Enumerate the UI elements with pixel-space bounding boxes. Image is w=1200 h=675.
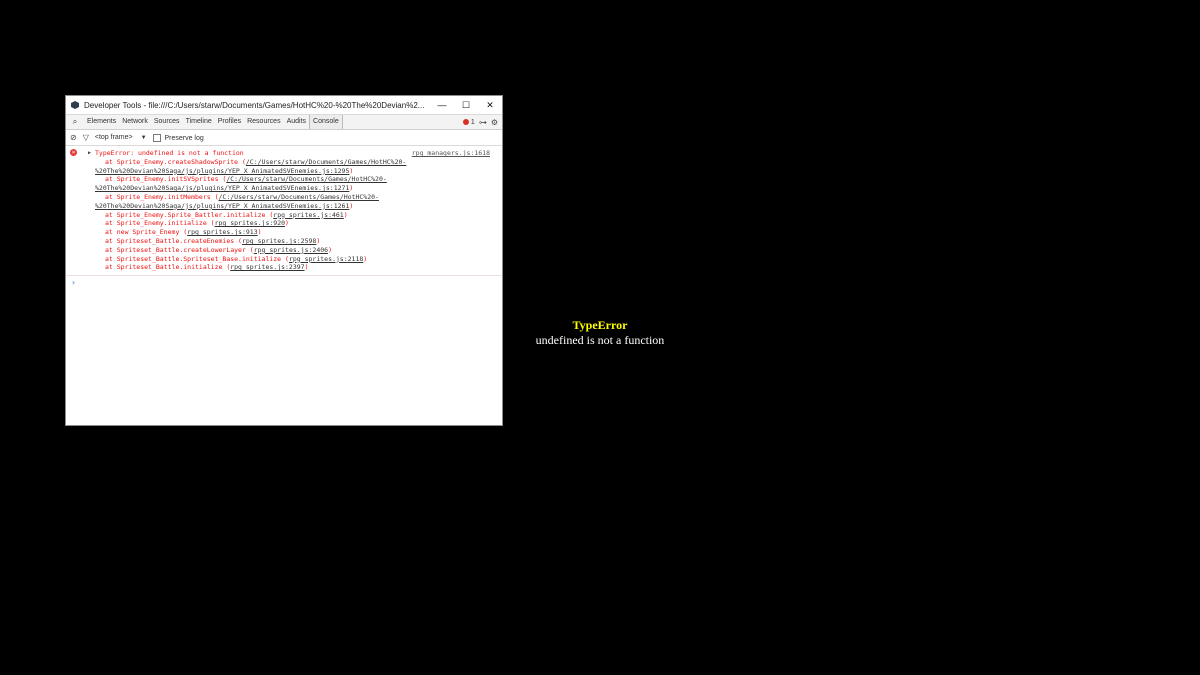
stack-frame-close: ) xyxy=(349,201,354,210)
app-icon xyxy=(71,101,79,109)
stack-source-link[interactable]: /C:/Users/starw/Documents/Games/HotHC%20… xyxy=(219,193,379,201)
minimize-button[interactable]: — xyxy=(430,100,454,110)
close-button[interactable]: ✕ xyxy=(478,100,502,111)
stack-frame-text: at Sprite_Enemy.Sprite_Battler.initializ… xyxy=(105,210,274,219)
error-badge-icon xyxy=(462,118,469,125)
game-error-title: TypeError xyxy=(572,318,628,332)
stack-frame-text: at Sprite_Enemy.initMembers ( xyxy=(105,192,219,201)
devtools-tabbar: ⌕ Elements Network Sources Timeline Prof… xyxy=(66,114,502,130)
stack-trace: at Sprite_Enemy.createShadowSprite (/C:/… xyxy=(95,158,490,272)
stack-frame-text: at Spriteset_Battle.createLowerLayer ( xyxy=(105,245,254,254)
frame-selector[interactable]: <top frame> ▼ xyxy=(95,134,147,141)
tab-elements[interactable]: Elements xyxy=(84,115,119,129)
console-error-entry: × ▶ TypeError: undefined is not a functi… xyxy=(66,146,502,277)
maximize-button[interactable]: ☐ xyxy=(454,100,478,111)
console-toolbar: ⊘ ▽ <top frame> ▼ Preserve log xyxy=(66,130,502,146)
stack-trace-line: %20The%20Devian%20Saga/js/plugins/YEP_X_… xyxy=(95,184,490,193)
stack-source-link[interactable]: rpg_sprites.js:2406 xyxy=(254,246,328,254)
stack-trace-line: at Sprite_Enemy.initialize (rpg_sprites.… xyxy=(95,219,490,228)
stack-frame-text: at Spriteset_Battle.initialize ( xyxy=(105,263,231,272)
tab-network[interactable]: Network xyxy=(119,115,151,129)
console-output: × ▶ TypeError: undefined is not a functi… xyxy=(66,146,502,289)
filter-icon[interactable]: ▽ xyxy=(83,133,89,142)
stack-source-link[interactable]: rpg_sprites.js:2598 xyxy=(242,237,316,245)
error-counter[interactable]: 1 xyxy=(462,118,475,126)
drawer-icon[interactable]: ⊶ xyxy=(479,118,487,127)
stack-frame-close: ) xyxy=(349,184,354,193)
stack-frame-text: at Sprite_Enemy.createShadowSprite ( xyxy=(105,157,246,166)
error-message: TypeError: undefined is not a function xyxy=(95,149,244,157)
clear-icon[interactable]: ⊘ xyxy=(70,133,77,142)
window-title: Developer Tools - file:///C:/Users/starw… xyxy=(84,100,425,110)
chevron-down-icon: ▼ xyxy=(140,135,147,141)
tab-console[interactable]: Console xyxy=(309,115,343,129)
frame-label: <top frame> xyxy=(94,134,133,141)
game-error-message: undefined is not a function xyxy=(535,333,665,347)
stack-frame-close: ) xyxy=(328,245,332,254)
stack-trace-line: at Spriteset_Battle.Spriteset_Base.initi… xyxy=(95,255,490,264)
stack-source-link[interactable]: rpg_sprites.js:920 xyxy=(215,219,285,227)
preserve-log-checkbox[interactable]: Preserve log xyxy=(152,133,204,142)
stack-trace-line: at Spriteset_Battle.initialize (rpg_spri… xyxy=(95,263,490,272)
error-source-link[interactable]: rpg_managers.js:1618 xyxy=(412,149,490,158)
stack-source-link[interactable]: rpg_sprites.js:2397 xyxy=(230,263,304,271)
tab-profiles[interactable]: Profiles xyxy=(215,115,244,129)
stack-trace-line: at Sprite_Enemy.Sprite_Battler.initializ… xyxy=(95,211,490,220)
stack-frame-text: at Sprite_Enemy.initialize ( xyxy=(105,219,215,228)
stack-trace-line: at new Sprite_Enemy (rpg_sprites.js:913) xyxy=(95,228,490,237)
tabbar-right-group: 1 ⊶ ⚙ xyxy=(462,118,502,127)
tab-audits[interactable]: Audits xyxy=(284,115,309,129)
expand-triangle-icon[interactable]: ▶ xyxy=(88,149,91,158)
stack-trace-line: at Sprite_Enemy.initSVSprites (/C:/Users… xyxy=(95,175,490,184)
tab-timeline[interactable]: Timeline xyxy=(183,115,215,129)
stack-frame-text: at Spriteset_Battle.Spriteset_Base.initi… xyxy=(105,254,289,263)
console-prompt[interactable]: › xyxy=(66,276,502,289)
game-error-overlay: TypeError undefined is not a function xyxy=(450,318,750,348)
devtools-window: Developer Tools - file:///C:/Users/starw… xyxy=(65,95,503,426)
stack-source-link[interactable]: rpg_sprites.js:461 xyxy=(273,211,343,219)
stack-frame-text: at Spriteset_Battle.createEnemies ( xyxy=(105,236,242,245)
stack-frame-close: ) xyxy=(343,210,348,219)
stack-frame-close: ) xyxy=(304,263,309,272)
stack-trace-line: at Sprite_Enemy.createShadowSprite (/C:/… xyxy=(95,158,490,167)
stack-frame-text: at Sprite_Enemy.initSVSprites ( xyxy=(105,175,227,184)
stack-trace-line: %20The%20Devian%20Saga/js/plugins/YEP_X_… xyxy=(95,167,490,176)
tab-resources[interactable]: Resources xyxy=(244,115,283,129)
stack-frame-close: ) xyxy=(363,254,368,263)
gear-icon[interactable]: ⚙ xyxy=(491,118,498,127)
stack-source-link[interactable]: %20The%20Devian%20Saga/js/plugins/YEP_X_… xyxy=(95,184,349,192)
preserve-log-label: Preserve log xyxy=(164,134,204,142)
stack-frame-close: ) xyxy=(257,228,262,237)
stack-source-link[interactable]: /C:/Users/starw/Documents/Games/HotHC%20… xyxy=(226,175,386,183)
stack-trace-line: at Spriteset_Battle.createLowerLayer (rp… xyxy=(95,246,490,255)
stack-trace-line: at Spriteset_Battle.createEnemies (rpg_s… xyxy=(95,237,490,246)
stack-frame-close: ) xyxy=(316,236,321,245)
stack-source-link[interactable]: rpg_sprites.js:2118 xyxy=(289,255,363,263)
stack-source-link[interactable]: rpg_sprites.js:913 xyxy=(187,228,257,236)
tab-sources[interactable]: Sources xyxy=(151,115,183,129)
checkbox-box xyxy=(152,133,161,142)
search-icon[interactable]: ⌕ xyxy=(69,117,81,127)
stack-frame-text: at new Sprite_Enemy ( xyxy=(105,228,188,237)
stack-source-link[interactable]: /C:/Users/starw/Documents/Games/HotHC%20… xyxy=(246,158,406,166)
prompt-icon: › xyxy=(71,278,76,288)
stack-trace-line: at Sprite_Enemy.initMembers (/C:/Users/s… xyxy=(95,193,490,202)
stack-source-link[interactable]: %20The%20Devian%20Saga/js/plugins/YEP_X_… xyxy=(95,202,349,210)
error-icon: × xyxy=(70,149,77,156)
stack-source-link[interactable]: %20The%20Devian%20Saga/js/plugins/YEP_X_… xyxy=(95,167,349,175)
stack-frame-close: ) xyxy=(285,219,289,228)
window-titlebar[interactable]: Developer Tools - file:///C:/Users/starw… xyxy=(66,96,502,114)
stack-frame-close: ) xyxy=(349,166,354,175)
error-count: 1 xyxy=(470,118,475,126)
stack-trace-line: %20The%20Devian%20Saga/js/plugins/YEP_X_… xyxy=(95,202,490,211)
